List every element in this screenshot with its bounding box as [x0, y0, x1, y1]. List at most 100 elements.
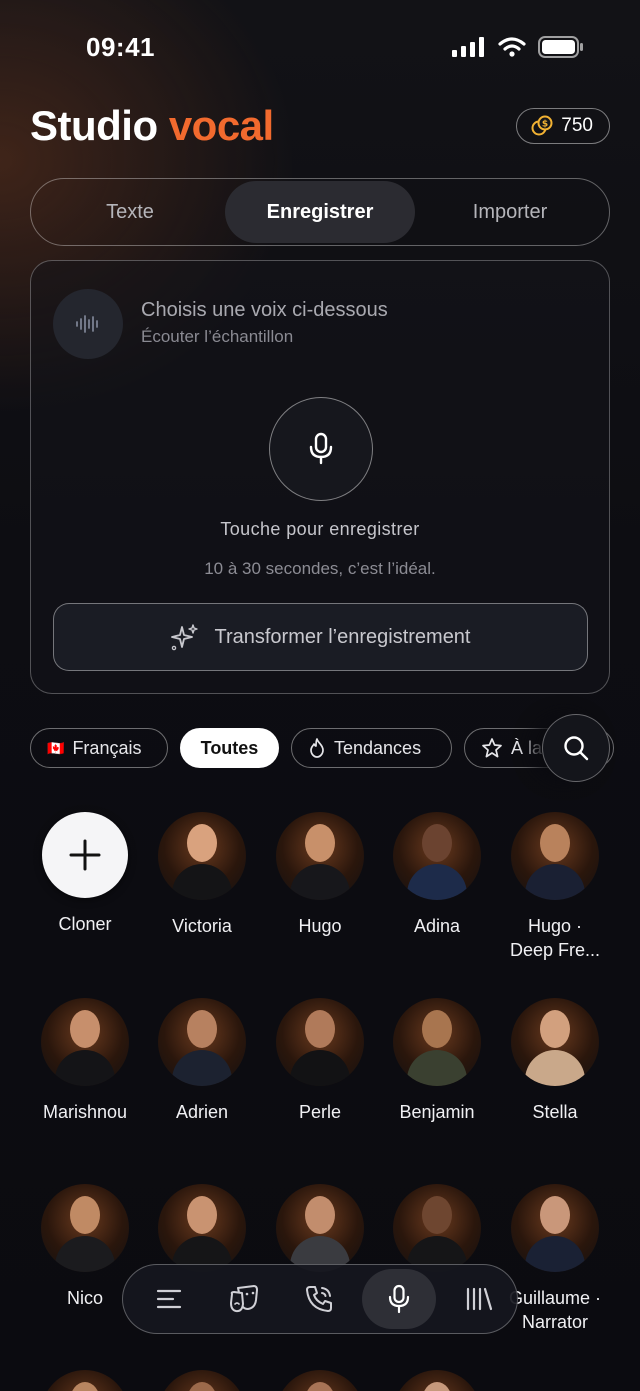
- list-icon: [156, 1289, 182, 1309]
- voice-item-stella[interactable]: Stella: [496, 998, 614, 1124]
- voice-item-hugo-deep-french[interactable]: Hugo · Deep Fre...: [496, 812, 614, 962]
- voice-name: Adina: [413, 916, 461, 936]
- plus-icon: [69, 839, 101, 871]
- phone-icon: [306, 1286, 332, 1312]
- voice-item-victoria[interactable]: Victoria: [143, 812, 261, 938]
- tab-texte[interactable]: Texte: [35, 181, 225, 243]
- record-label: Touche pour enregistrer: [220, 519, 420, 539]
- status-icons: [452, 36, 584, 58]
- status-bar: 09:41: [0, 0, 640, 90]
- voice-item[interactable]: [261, 1370, 379, 1391]
- flame-icon: [310, 738, 324, 758]
- flag-icon: 🇨🇦: [47, 739, 65, 756]
- search-button[interactable]: [542, 714, 610, 782]
- voice-item-hugo[interactable]: Hugo: [261, 812, 379, 938]
- signal-icon: [452, 37, 484, 57]
- avatar: [393, 812, 481, 900]
- search-icon: [564, 736, 589, 761]
- coins-icon: $: [531, 115, 553, 136]
- waveform-icon: [76, 315, 98, 333]
- nav-library[interactable]: [447, 1269, 511, 1329]
- mic-icon: [388, 1284, 410, 1314]
- avatar: [276, 1184, 364, 1272]
- voice-item[interactable]: [143, 1184, 261, 1272]
- star-icon: [482, 738, 502, 758]
- voice-item-perle[interactable]: Perle: [261, 998, 379, 1124]
- nav-record[interactable]: [362, 1269, 436, 1329]
- header: Studio vocal $ 750: [30, 100, 610, 154]
- nav-characters[interactable]: [212, 1269, 276, 1329]
- title-main: Studio: [30, 102, 158, 149]
- mode-tabs: Texte Enregistrer Importer: [30, 178, 610, 246]
- voice-item-adina[interactable]: Adina: [378, 812, 496, 938]
- avatar: [158, 812, 246, 900]
- chip-favorites-label: À la: [511, 737, 543, 758]
- avatar: [41, 998, 129, 1086]
- voice-name: Hugo · Deep Fre...: [509, 916, 601, 960]
- voice-name: Hugo: [298, 916, 342, 936]
- chip-language-label: Français: [72, 737, 142, 758]
- avatar: [41, 1370, 129, 1391]
- bottom-nav: [122, 1264, 518, 1334]
- masks-icon: [230, 1285, 258, 1313]
- nav-calls[interactable]: [287, 1269, 351, 1329]
- voice-item[interactable]: [261, 1184, 379, 1272]
- avatar: [41, 1184, 129, 1272]
- recorder-card: Choisis une voix ci-dessous Écouter l’éc…: [30, 260, 610, 694]
- sparkles-icon: [171, 624, 199, 651]
- chip-language[interactable]: 🇨🇦 Français: [30, 728, 168, 768]
- avatar: [393, 1184, 481, 1272]
- add-voice-button[interactable]: [42, 812, 128, 898]
- avatar: [393, 1370, 481, 1391]
- voice-prompt-title: Choisis une voix ci-dessous: [141, 299, 388, 321]
- avatar: [276, 998, 364, 1086]
- avatar: [158, 1370, 246, 1391]
- chip-trending[interactable]: Tendances: [291, 728, 452, 768]
- record-button[interactable]: [269, 397, 373, 501]
- mic-icon: [309, 432, 333, 465]
- voice-item[interactable]: [26, 1370, 144, 1391]
- avatar: [511, 1184, 599, 1272]
- voice-name: Victoria: [172, 916, 232, 936]
- credits-badge[interactable]: $ 750: [516, 108, 610, 144]
- avatar: [276, 812, 364, 900]
- svg-text:$: $: [542, 120, 548, 130]
- tab-enregistrer[interactable]: Enregistrer: [225, 181, 415, 243]
- tab-importer[interactable]: Importer: [415, 181, 605, 243]
- chip-all[interactable]: Toutes: [180, 728, 279, 768]
- voice-name: Adrien: [175, 1102, 229, 1122]
- transform-label: Transformer l’enregistrement: [214, 625, 471, 648]
- voice-name: Stella: [532, 1102, 578, 1122]
- nav-text[interactable]: [137, 1269, 201, 1329]
- chip-trending-label: Tendances: [334, 737, 422, 758]
- avatar: [511, 998, 599, 1086]
- voice-item[interactable]: [143, 1370, 261, 1391]
- credits-count: 750: [561, 115, 593, 136]
- voice-item[interactable]: [378, 1370, 496, 1391]
- chip-all-label: Toutes: [200, 737, 259, 758]
- voice-item-benjamin[interactable]: Benjamin: [378, 998, 496, 1124]
- voice-name: Benjamin: [399, 1102, 475, 1122]
- transform-button[interactable]: Transformer l’enregistrement: [53, 603, 588, 671]
- avatar: [511, 812, 599, 900]
- status-time: 09:41: [86, 32, 155, 62]
- avatar: [393, 998, 481, 1086]
- wifi-icon: [498, 37, 526, 57]
- title-accent: vocal: [168, 102, 274, 149]
- selected-voice-thumb[interactable]: [53, 289, 123, 359]
- voice-item[interactable]: [378, 1184, 496, 1272]
- page-title: Studio vocal: [30, 102, 274, 150]
- voice-name: Cloner: [58, 914, 112, 934]
- voice-item-adrien[interactable]: Adrien: [143, 998, 261, 1124]
- battery-icon: [538, 36, 583, 58]
- voice-item-marishnou[interactable]: Marishnou: [26, 998, 144, 1124]
- voice-name: Perle: [298, 1102, 342, 1122]
- record-hint: 10 à 30 secondes, c’est l’idéal.: [204, 559, 436, 578]
- voice-item-cloner[interactable]: Cloner: [26, 812, 144, 936]
- library-icon: [466, 1287, 493, 1311]
- avatar: [276, 1370, 364, 1391]
- voice-name: Marishnou: [42, 1102, 128, 1122]
- avatar: [158, 1184, 246, 1272]
- voice-sample-link[interactable]: Écouter l’échantillon: [141, 327, 293, 347]
- avatar: [158, 998, 246, 1086]
